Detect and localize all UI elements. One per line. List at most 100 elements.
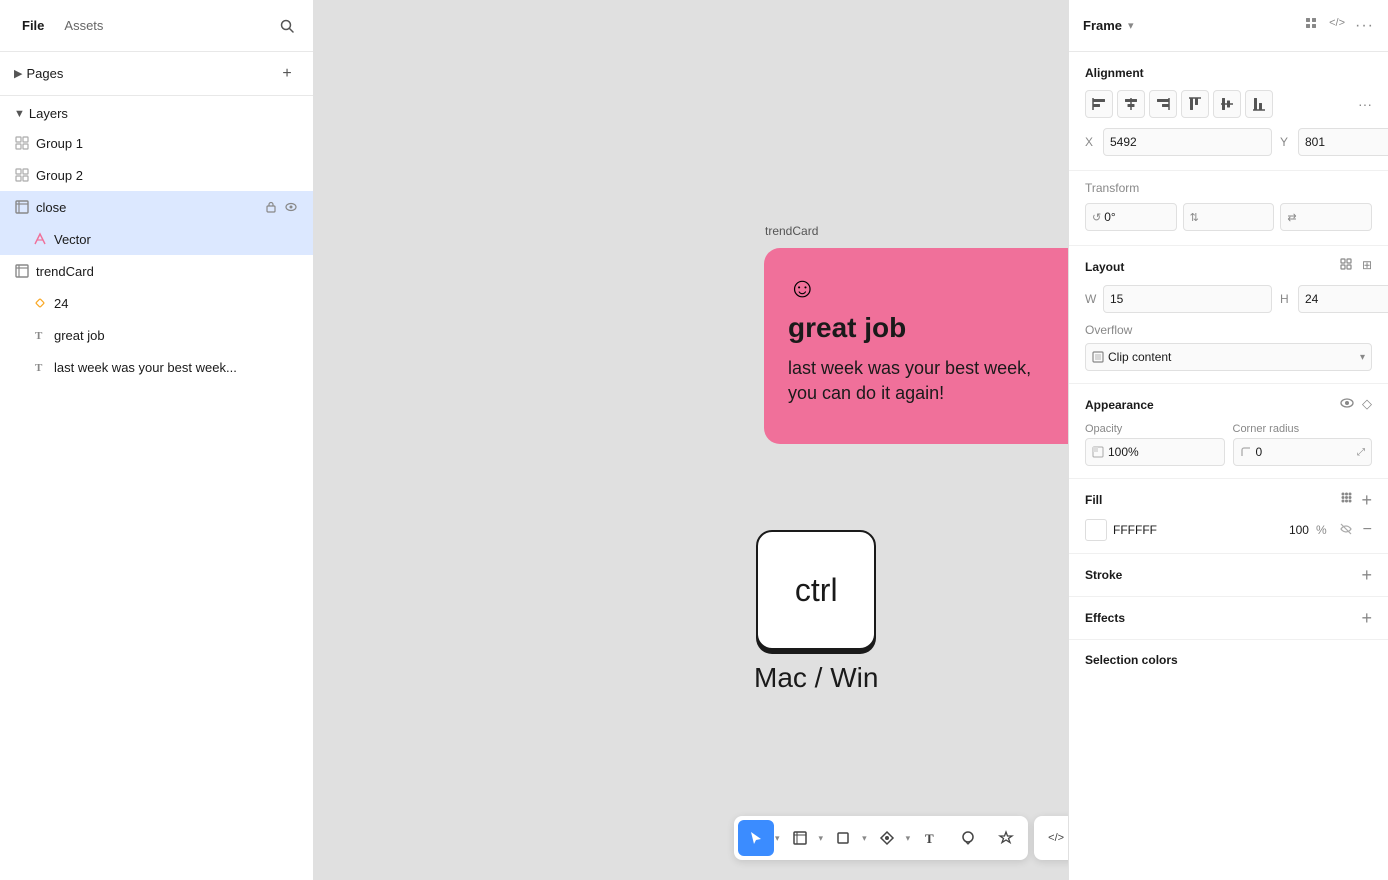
appearance-more-icon[interactable]: ◇ [1362, 396, 1372, 413]
align-right-button[interactable] [1149, 90, 1177, 118]
transform-rotate-field[interactable]: ↺ 0° [1085, 203, 1177, 231]
pen-tool-group[interactable]: ▾ [869, 820, 911, 856]
fill-percent-label: % [1316, 523, 1327, 537]
layer-item-close[interactable]: close [0, 191, 313, 223]
canvas[interactable]: trendCard ☺ great job last week was your… [314, 0, 1068, 880]
toolbar-group-code: </> [1034, 816, 1068, 860]
align-center-v-button[interactable] [1213, 90, 1241, 118]
align-left-button[interactable] [1085, 90, 1113, 118]
vector-icon [32, 231, 48, 247]
position-y-input[interactable] [1298, 128, 1388, 156]
star-tool-button[interactable] [988, 820, 1024, 856]
stroke-add-button[interactable]: + [1361, 566, 1372, 584]
align-center-h-button[interactable] [1117, 90, 1145, 118]
grid-icon[interactable] [1305, 17, 1319, 35]
align-top-button[interactable] [1181, 90, 1209, 118]
right-sidebar: Frame ▾ </> ··· Alignment [1068, 0, 1388, 880]
height-input[interactable] [1298, 285, 1388, 313]
select-tool-group[interactable]: ▾ [738, 820, 780, 856]
sidebar-tabs: File Assets [0, 0, 313, 52]
layers-section: ▼ Layers Group 1 Group 2 close [0, 96, 313, 880]
shortcut-label: Mac / Win [754, 662, 878, 694]
select-tool-button[interactable] [738, 820, 774, 856]
select-drop-arrow[interactable]: ▾ [775, 833, 780, 844]
text-tool-button[interactable]: T [912, 820, 948, 856]
layout-grid-icon[interactable] [1340, 258, 1354, 275]
layer-item-24[interactable]: 24 [0, 287, 313, 319]
group-icon [14, 167, 30, 183]
tab-file[interactable]: File [12, 12, 54, 39]
layers-header: ▼ Layers [0, 96, 313, 127]
visibility-toggle-icon[interactable] [1340, 396, 1354, 413]
layers-chevron-icon[interactable]: ▼ [14, 108, 25, 120]
trend-card[interactable]: ☺ great job last week was your best week… [764, 248, 1068, 444]
pen-tool-button[interactable] [869, 820, 905, 856]
fill-eye-icon[interactable] [1339, 522, 1353, 539]
panel-title-chevron[interactable]: ▾ [1128, 19, 1134, 32]
alignment-row: ··· [1085, 90, 1372, 118]
overflow-select[interactable]: Clip content ▾ [1085, 343, 1372, 371]
align-more-button[interactable]: ··· [1358, 96, 1372, 112]
fill-header: Fill + [1085, 491, 1372, 509]
pages-add-button[interactable]: + [275, 62, 299, 86]
fill-add-button[interactable]: + [1361, 491, 1372, 509]
fill-remove-button[interactable]: − [1363, 522, 1372, 538]
fill-color-swatch[interactable] [1085, 519, 1107, 541]
align-bottom-button[interactable] [1245, 90, 1273, 118]
lock-icon[interactable] [263, 199, 279, 215]
cursor-icon [748, 830, 764, 846]
fill-hex-value[interactable]: FFFFFF [1113, 523, 1283, 537]
pen-drop-arrow[interactable]: ▾ [906, 833, 911, 844]
corner-radius-field: Corner radius 0 ⤢ [1233, 423, 1373, 466]
height-field: H [1280, 285, 1388, 313]
position-x-input[interactable] [1103, 128, 1272, 156]
layer-item-group2[interactable]: Group 2 [0, 159, 313, 191]
flip-v-icon: ⇄ [1287, 211, 1296, 224]
layer-name-lastweek: last week was your best week... [54, 360, 299, 375]
layout-auto-icon[interactable]: ⊞ [1362, 258, 1372, 275]
corner-expand-icon[interactable]: ⤢ [1357, 447, 1365, 458]
star-icon [998, 830, 1014, 846]
opacity-label: Opacity [1085, 423, 1225, 435]
transform-flip-v-field[interactable]: ⇄ [1280, 203, 1372, 231]
shape-tool-group[interactable]: ▾ [825, 820, 867, 856]
text-icon: T [32, 359, 48, 375]
shape-tool-button[interactable] [825, 820, 861, 856]
trend-card-body-line2: you can do it again! [788, 381, 1068, 406]
width-input[interactable] [1103, 285, 1272, 313]
toolbar-group-main: ▾ ▾ ▾ ▾ [734, 816, 1028, 860]
layer-item-trendcard[interactable]: trendCard [0, 255, 313, 287]
corner-radius-input[interactable]: 0 ⤢ [1233, 438, 1373, 466]
svg-text:T: T [35, 330, 43, 341]
fill-opacity-value[interactable]: 100 [1289, 523, 1309, 537]
search-button[interactable] [273, 12, 301, 40]
more-options-icon[interactable]: ··· [1355, 17, 1374, 35]
bubble-tool-button[interactable] [950, 820, 986, 856]
dimensions-row: W H [1085, 285, 1372, 313]
shape-drop-arrow[interactable]: ▾ [862, 833, 867, 844]
overflow-label: Overflow [1085, 323, 1372, 337]
effects-add-button[interactable]: + [1361, 609, 1372, 627]
tab-assets[interactable]: Assets [54, 12, 113, 39]
layer-name-greatjob: great job [54, 328, 299, 343]
trend-card-emoji: ☺ [788, 272, 1068, 304]
code-tool-button[interactable]: </> [1038, 820, 1068, 856]
pages-chevron-icon[interactable]: ▶ [14, 67, 22, 80]
frame-tool-button[interactable] [782, 820, 818, 856]
layer-item-group1[interactable]: Group 1 [0, 127, 313, 159]
code-icon[interactable]: </> [1329, 17, 1345, 35]
layer-item-vector[interactable]: Vector [0, 223, 313, 255]
frame-tool-group[interactable]: ▾ [782, 820, 824, 856]
svg-text:T: T [35, 362, 43, 373]
fill-grid-icon[interactable] [1340, 491, 1353, 509]
opacity-icon [1092, 446, 1104, 458]
layer-item-lastweek[interactable]: T last week was your best week... [0, 351, 313, 383]
opacity-input[interactable]: 100% [1085, 438, 1225, 466]
visibility-icon[interactable] [283, 199, 299, 215]
frame-drop-arrow[interactable]: ▾ [819, 833, 824, 844]
transform-label: Transform [1085, 181, 1372, 195]
transform-flip-h-field[interactable]: ⇅ [1183, 203, 1275, 231]
layout-header: Layout ⊞ [1085, 258, 1372, 275]
layers-label: Layers [29, 106, 68, 121]
layer-item-greatjob[interactable]: T great job [0, 319, 313, 351]
